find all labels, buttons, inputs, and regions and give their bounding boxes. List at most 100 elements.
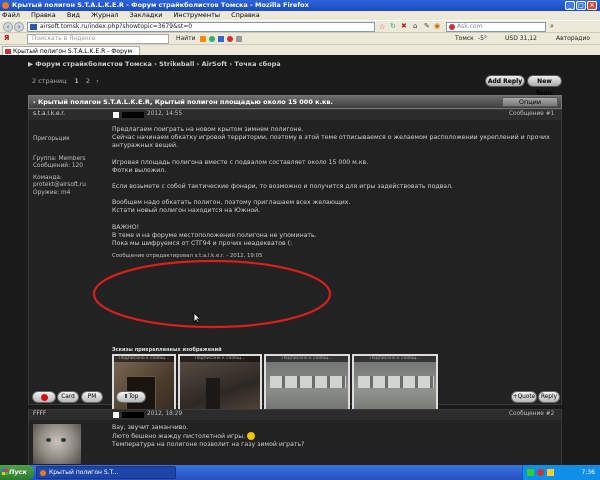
forum-post: FFFF 2012, 18:29 Сообщение #2 Вау, звучи… [28, 409, 562, 465]
post-paragraph: Игровая площадь полигона вместе с подвал… [112, 158, 369, 166]
firefox-window: Крытый полигон S.T.A.L.K.E.R - Форум стр… [0, 0, 600, 480]
taskbar-item-label: Крытый полигон S.T... [49, 469, 119, 476]
taskbar: Пуск Крытый полигон S.T... 7:36 [0, 465, 600, 480]
toolbar-tool-icon[interactable] [227, 36, 233, 42]
firefox-icon [2, 2, 9, 9]
tray-icon[interactable] [527, 469, 534, 476]
toolbar-tool-icon[interactable] [200, 36, 206, 42]
options-button[interactable]: Опции [502, 97, 558, 107]
radio-link[interactable]: Авторадио [556, 33, 590, 44]
post-body: Предлагаем поиграть на новом крытом зимн… [112, 126, 552, 261]
tab-favicon-icon [5, 49, 11, 54]
menu-help[interactable]: Справка [231, 11, 260, 19]
post-paragraph: Фотки выложил. [112, 166, 167, 174]
menu-view[interactable]: Вид [67, 11, 80, 19]
report-button[interactable] [32, 391, 56, 403]
reload-icon[interactable]: ↻ [390, 22, 396, 30]
home-icon[interactable]: ⌂ [413, 22, 417, 30]
post-date: 2012, 18:29 [147, 411, 183, 417]
post-paragraph: Кстати новый полигон находится на Южной. [112, 207, 261, 215]
post-number[interactable]: Сообщение #2 [509, 411, 554, 419]
pagination-label: 2 страниц [32, 77, 67, 85]
thread-header: › Крытый полигон S.T.A.L.K.E.R, Крытый п… [28, 95, 562, 109]
author-group: Группа: Members [33, 155, 86, 162]
menu-tools[interactable]: Инструменты [174, 11, 221, 19]
back-icon[interactable]: ‹ [3, 22, 13, 32]
system-tray: 7:36 [522, 465, 600, 480]
rss-icon[interactable]: ◉ [434, 22, 440, 30]
toolbar-tool-icon[interactable] [236, 36, 242, 42]
menu-history[interactable]: Журнал [91, 11, 118, 19]
post-icon [113, 412, 119, 418]
important-line: Пока мы шифруемся от СТГ94 и прочих неад… [112, 240, 293, 248]
navigation-toolbar: ‹ › airsoft.tomsk.ru/index.php?showtopic… [0, 20, 600, 32]
card-button[interactable]: Card [57, 391, 79, 403]
cat-eye [61, 438, 66, 442]
next-page-icon[interactable]: › [96, 77, 99, 85]
post-author[interactable]: s.t.a.l.k.e.r. [33, 111, 65, 119]
toolbar-tool-icon[interactable] [209, 36, 215, 42]
yandex-search-input[interactable]: Поискать в Яндексе [27, 34, 169, 44]
menu-bookmarks[interactable]: Закладки [130, 11, 163, 19]
yandex-city[interactable]: Томск [455, 33, 474, 44]
new-topic-button[interactable]: New Topic [527, 75, 562, 97]
page-content: ▶ Форум страйкболистов Томска › Strikeba… [0, 55, 600, 465]
ask-icon [449, 24, 455, 30]
page-1-link[interactable]: 1 [75, 77, 79, 85]
post-header: s.t.a.l.k.e.r. 2012, 14:55 Сообщение #1 [29, 110, 561, 120]
stop-icon[interactable]: ✖ [401, 22, 407, 30]
tray-icon[interactable] [547, 469, 554, 476]
search-input[interactable]: Ask.com [446, 22, 546, 32]
post-number[interactable]: Сообщение #1 [509, 111, 554, 119]
clock[interactable]: 7:36 [582, 469, 595, 476]
add-reply-button[interactable]: Add Reply [485, 75, 525, 87]
forward-icon[interactable]: › [14, 22, 24, 32]
toolbar-tool-icon[interactable] [218, 36, 224, 42]
search-go-icon[interactable]: ⌕ [550, 22, 554, 31]
start-button[interactable]: Пуск [0, 465, 34, 480]
author-team: Команда: protekt@airsoft.ru [33, 174, 86, 189]
pagination: 2 страниц 1 2 › [32, 77, 99, 86]
author-posts: Сообщений: 120 [33, 163, 83, 169]
important-line: ВАЖНО! [112, 223, 140, 231]
menu-bar: Файл Правка Вид Журнал Закладки Инструме… [0, 11, 600, 20]
addon-icon[interactable]: ✎ [424, 22, 430, 30]
url-text: airsoft.tomsk.ru/index.php?showtopic=367… [40, 23, 193, 30]
avatar[interactable] [33, 424, 81, 464]
top-label: Top [128, 394, 139, 400]
tab-strip: Крытый полигон S.T.A.L.K.E.R - Форум ст.… [0, 44, 600, 64]
currency-value: USD 31,12 [505, 35, 537, 42]
forum-post: s.t.a.l.k.e.r. 2012, 14:55 Сообщение #1 … [28, 109, 562, 436]
menu-edit[interactable]: Правка [31, 11, 56, 19]
close-button[interactable]: × [587, 1, 597, 10]
post-paragraph: Сейчас начинаем обкатку игровой территор… [112, 134, 550, 150]
post-date: 2012, 14:55 [147, 111, 183, 117]
top-button[interactable]: ⬆Top [116, 391, 146, 403]
yandex-logo-icon: Я [4, 34, 10, 42]
post-author[interactable]: FFFF [33, 411, 46, 419]
post-header: FFFF 2012, 18:29 Сообщение #2 [29, 410, 561, 420]
thumb-caption: Подписано к сообщ... [266, 356, 348, 362]
pm-button[interactable]: PM [81, 391, 103, 403]
tray-icon[interactable] [537, 469, 544, 476]
important-line: В теме и на форуме местоположения полиго… [112, 231, 317, 239]
minimize-button[interactable]: _ [565, 1, 575, 10]
yandex-toolbar: Я Поискать в Яндексе Найти Томск -5° USD… [0, 32, 600, 44]
maximize-button[interactable]: □ [576, 1, 586, 10]
breadcrumb[interactable]: ▶ Форум страйкболистов Томска › Strikeba… [28, 59, 588, 69]
quote-button[interactable]: +Quote [511, 391, 537, 403]
search-placeholder: Ask.com [457, 23, 483, 30]
page-2-link[interactable]: 2 [86, 77, 90, 85]
reply-button[interactable]: Reply [538, 391, 560, 403]
windows-flag-icon [2, 469, 8, 475]
menu-file[interactable]: Файл [2, 11, 20, 19]
mouse-cursor-icon [193, 312, 201, 324]
bookmark-star-icon[interactable]: ☆ [379, 23, 385, 31]
yandex-find-button[interactable]: Найти [176, 33, 195, 44]
taskbar-firefox-item[interactable]: Крытый полигон S.T... [36, 466, 176, 479]
post-paragraph: Если возьмете с собой тактические фонари… [112, 183, 454, 191]
url-bar[interactable]: airsoft.tomsk.ru/index.php?showtopic=367… [27, 22, 375, 32]
window-title: Крытый полигон S.T.A.L.K.E.R - Форум стр… [12, 1, 309, 9]
title-bar[interactable]: Крытый полигон S.T.A.L.K.E.R - Форум стр… [0, 0, 600, 11]
report-dot-icon [41, 394, 48, 401]
